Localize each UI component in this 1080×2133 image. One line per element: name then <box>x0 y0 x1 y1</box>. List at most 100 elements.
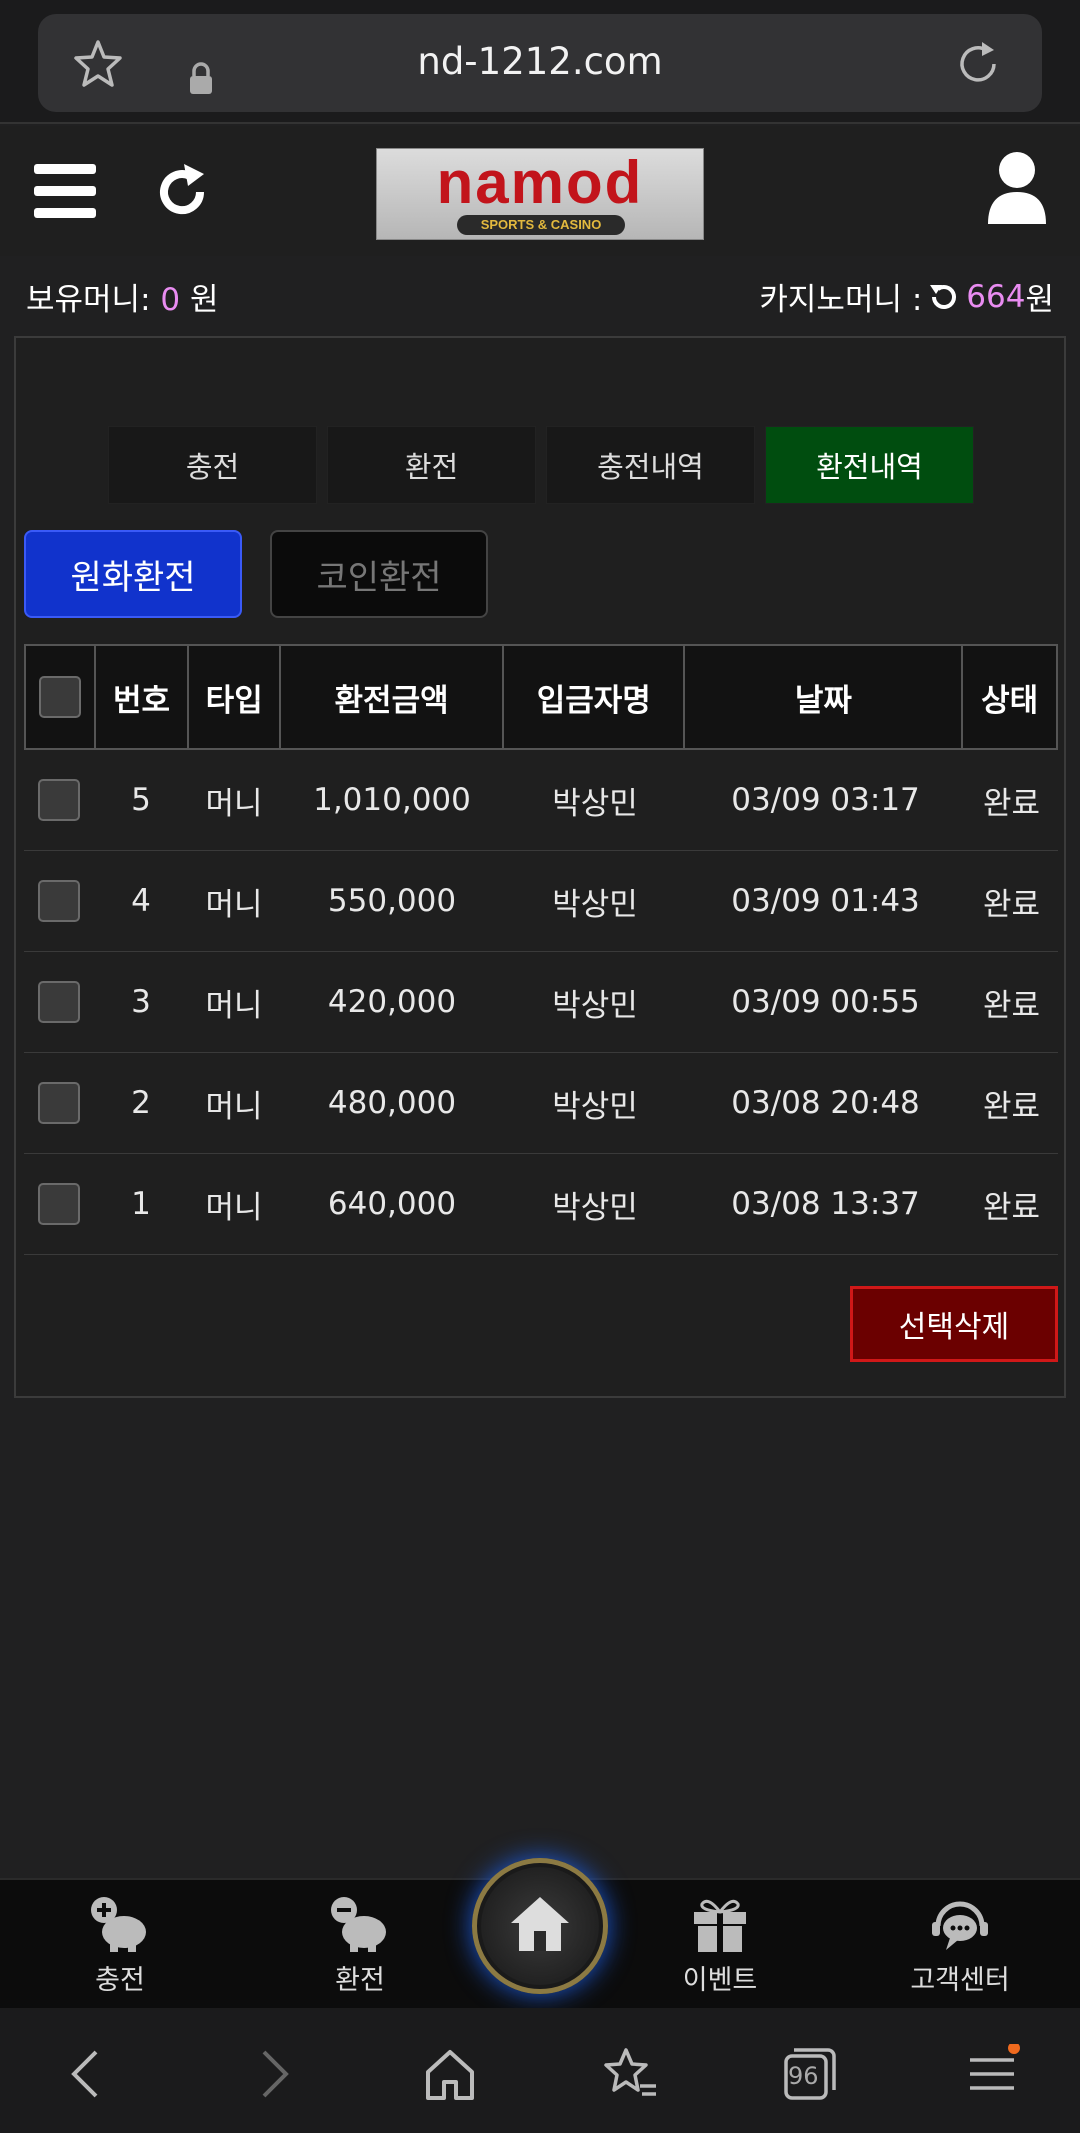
row-date: 03/08 20:48 <box>731 1085 920 1121</box>
nav-support[interactable]: 고객센터 <box>880 1894 1040 1997</box>
money-balance: 보유머니: 0 원 <box>26 274 219 319</box>
headset-chat-icon <box>932 1901 988 1950</box>
nav-charge[interactable]: 충전 <box>40 1894 200 1997</box>
user-icon[interactable] <box>986 150 1048 228</box>
table-row: 3 머니 420,000 박상민 03/09 00:55 완료 <box>24 952 1058 1053</box>
home-button[interactable] <box>472 1858 608 1994</box>
menu-lines-icon <box>970 2042 1020 2090</box>
address-bar[interactable]: nd-1212.com <box>38 14 1042 112</box>
exchange-type-tabs: 원화환전 코인환전 <box>24 530 488 618</box>
row-date: 03/09 00:55 <box>731 984 920 1020</box>
row-status: 완료 <box>982 785 1041 822</box>
piggy-minus-icon <box>331 1897 386 1952</box>
gift-icon <box>694 1899 746 1952</box>
table-row: 2 머니 480,000 박상민 03/08 20:48 완료 <box>24 1053 1058 1154</box>
nav-support-label: 고객센터 <box>910 1965 1010 1996</box>
row-amount: 1,010,000 <box>313 782 471 818</box>
row-amount: 640,000 <box>327 1186 457 1222</box>
browser-bottom-bar: 96 <box>0 2008 1080 2133</box>
row-checkbox[interactable] <box>38 1082 80 1124</box>
tab-count: 96 <box>788 2062 819 2090</box>
row-status: 완료 <box>982 1189 1041 1226</box>
bookmarks-button[interactable] <box>600 2044 660 2104</box>
row-date: 03/08 13:37 <box>731 1186 920 1222</box>
row-type: 머니 <box>205 987 263 1024</box>
row-type: 머니 <box>205 1088 263 1125</box>
nav-charge-label: 충전 <box>95 1965 145 1996</box>
bottom-nav: 충전 환전 이벤트 고객센터 <box>0 1858 1080 2008</box>
browser-toolbar: nd-1212.com <box>0 0 1080 124</box>
logo-text: namod <box>436 149 644 216</box>
reload-icon[interactable] <box>952 38 1004 90</box>
row-depositor: 박상민 <box>552 1189 638 1226</box>
table-header: 번호 타입 환전금액 입금자명 날짜 상태 <box>24 644 1058 750</box>
logo-subtitle: SPORTS & CASINO <box>457 215 625 235</box>
casino-unit: 원 <box>1025 282 1054 318</box>
url-text[interactable]: nd-1212.com <box>38 40 1042 83</box>
row-status: 완료 <box>982 1088 1041 1125</box>
casino-label: 카지노머니 : <box>759 282 923 318</box>
header-date: 날짜 <box>685 646 964 748</box>
nav-exchange[interactable]: 환전 <box>280 1894 440 1997</box>
table-row: 1 머니 640,000 박상민 03/08 13:37 완료 <box>24 1154 1058 1255</box>
refresh-icon[interactable] <box>152 162 212 222</box>
select-all-checkbox[interactable] <box>38 676 81 718</box>
header-depositor: 입금자명 <box>504 646 686 748</box>
money-value: 0 <box>160 282 181 318</box>
row-checkbox[interactable] <box>38 880 80 922</box>
table-row: 4 머니 550,000 박상민 03/09 01:43 완료 <box>24 851 1058 952</box>
chevron-left-icon <box>71 2050 98 2098</box>
house-icon <box>426 2050 474 2100</box>
row-type: 머니 <box>205 1189 263 1226</box>
nav-event-label: 이벤트 <box>682 1965 758 1996</box>
row-type: 머니 <box>205 785 263 822</box>
row-checkbox[interactable] <box>38 779 80 821</box>
nav-event[interactable]: 이벤트 <box>640 1894 800 1997</box>
header-amount: 환전금액 <box>281 646 505 748</box>
tabs-button[interactable]: 96 <box>780 2044 840 2104</box>
tab-charge[interactable]: 충전 <box>108 426 317 504</box>
row-depositor: 박상민 <box>552 1088 638 1125</box>
forward-button[interactable] <box>242 2044 302 2104</box>
casino-refresh-icon[interactable] <box>928 281 960 313</box>
casino-balance: 카지노머니 : 664 원 <box>759 274 1054 319</box>
menu-icon[interactable] <box>34 164 96 218</box>
row-date: 03/09 01:43 <box>731 883 920 919</box>
main-tabs: 충전 환전 충전내역 환전내역 <box>108 426 974 504</box>
tab-exchange[interactable]: 환전 <box>327 426 536 504</box>
row-status: 완료 <box>982 886 1041 923</box>
row-no: 5 <box>131 782 151 818</box>
row-amount: 420,000 <box>327 984 457 1020</box>
nav-exchange-label: 환전 <box>335 1965 385 1996</box>
row-no: 1 <box>131 1186 151 1222</box>
exchange-history-table: 번호 타입 환전금액 입금자명 날짜 상태 5 머니 1,010,000 박상민… <box>24 644 1058 1255</box>
row-no: 4 <box>131 883 151 919</box>
browser-menu-button[interactable] <box>962 2042 1022 2104</box>
header-no: 번호 <box>96 646 190 748</box>
delete-selected-button[interactable]: 선택삭제 <box>850 1286 1058 1362</box>
balance-bar: 보유머니: 0 원 카지노머니 : 664 원 <box>0 256 1080 332</box>
browser-home-button[interactable] <box>420 2044 480 2104</box>
row-checkbox[interactable] <box>38 981 80 1023</box>
row-date: 03/09 03:17 <box>731 782 920 818</box>
coin-exchange-button[interactable]: 코인환전 <box>270 530 488 618</box>
row-amount: 480,000 <box>327 1085 457 1121</box>
header-status: 상태 <box>981 682 1039 719</box>
site-header: namod SPORTS & CASINO <box>0 126 1080 256</box>
row-checkbox[interactable] <box>38 1183 80 1225</box>
row-type: 머니 <box>205 886 263 923</box>
tab-exchange-history[interactable]: 환전내역 <box>765 426 974 504</box>
row-depositor: 박상민 <box>552 785 638 822</box>
tab-charge-history[interactable]: 충전내역 <box>546 426 755 504</box>
site-logo[interactable]: namod SPORTS & CASINO <box>376 148 704 240</box>
money-label: 보유머니: <box>26 282 161 318</box>
row-status: 완료 <box>982 987 1041 1024</box>
home-icon <box>511 1897 569 1951</box>
krw-exchange-button[interactable]: 원화환전 <box>24 530 242 618</box>
casino-value: 664 <box>966 278 1026 315</box>
money-unit: 원 <box>180 282 219 318</box>
row-amount: 550,000 <box>327 883 457 919</box>
header-type: 타입 <box>189 646 282 748</box>
back-button[interactable] <box>58 2044 118 2104</box>
row-no: 3 <box>131 984 151 1020</box>
